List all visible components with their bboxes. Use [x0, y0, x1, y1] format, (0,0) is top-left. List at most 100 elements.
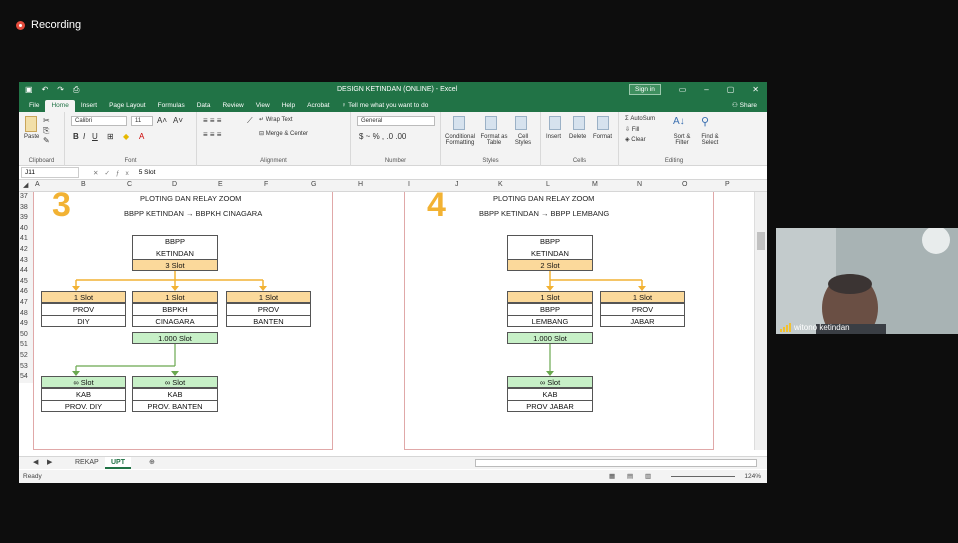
format-cells-icon[interactable]: [597, 116, 609, 130]
align-left-icon[interactable]: ≡ ≡ ≡: [203, 130, 221, 139]
copy-icon[interactable]: ⎘: [43, 126, 49, 136]
row-header[interactable]: 44: [19, 266, 33, 277]
zoom-level[interactable]: 124%: [744, 473, 761, 480]
merge-center-button[interactable]: ⊟ Merge & Center: [259, 130, 308, 137]
find-select-label[interactable]: Find & Select: [697, 134, 723, 146]
fill-button[interactable]: ⇩ Fill: [625, 126, 639, 133]
col-header[interactable]: E: [218, 181, 223, 188]
col-header[interactable]: B: [81, 181, 86, 188]
redo-icon[interactable]: ↷: [57, 85, 64, 95]
fill-color-icon[interactable]: ◆: [123, 132, 129, 141]
tab-review[interactable]: Review: [216, 102, 249, 112]
delete-label[interactable]: Delete: [569, 134, 586, 140]
col-header[interactable]: J: [455, 181, 459, 188]
number-format-select[interactable]: General: [357, 116, 435, 126]
row-header[interactable]: 53: [19, 362, 33, 373]
col-header[interactable]: G: [311, 181, 316, 188]
col-header[interactable]: P: [725, 181, 730, 188]
tab-insert[interactable]: Insert: [75, 102, 103, 112]
bold-icon[interactable]: B: [73, 132, 79, 141]
col-header[interactable]: H: [358, 181, 363, 188]
page-break-icon[interactable]: ▥: [645, 472, 651, 480]
print-preview-icon[interactable]: ⎙: [73, 85, 79, 95]
row-header[interactable]: 46: [19, 287, 33, 298]
sort-filter-label[interactable]: Sort & Filter: [669, 134, 695, 146]
delete-cells-icon[interactable]: [573, 116, 585, 130]
conditional-formatting-label[interactable]: Conditional Formatting: [443, 134, 477, 146]
minimize-icon[interactable]: –: [704, 85, 708, 94]
undo-icon[interactable]: ↶: [42, 85, 49, 95]
tab-page-layout[interactable]: Page Layout: [103, 102, 152, 112]
tab-file[interactable]: File: [23, 102, 45, 112]
format-table-label[interactable]: Format as Table: [479, 134, 509, 146]
conditional-formatting-icon[interactable]: [453, 116, 465, 130]
format-label[interactable]: Format: [593, 134, 612, 140]
row-header[interactable]: 51: [19, 340, 33, 351]
scroll-thumb[interactable]: [757, 232, 765, 250]
format-table-icon[interactable]: [485, 116, 497, 130]
row-header[interactable]: 43: [19, 256, 33, 267]
tab-data[interactable]: Data: [191, 102, 217, 112]
col-header[interactable]: F: [264, 181, 268, 188]
orientation-icon[interactable]: ⟋: [247, 116, 253, 126]
col-header[interactable]: M: [592, 181, 598, 188]
page-layout-icon[interactable]: ▤: [627, 472, 633, 480]
sign-in-button[interactable]: Sign in: [629, 84, 661, 95]
font-color-icon[interactable]: A: [139, 132, 144, 141]
col-header[interactable]: D: [172, 181, 177, 188]
row-header[interactable]: 47: [19, 298, 33, 309]
vertical-scrollbar[interactable]: [754, 192, 767, 450]
wrap-text-button[interactable]: ↵ Wrap Text: [259, 116, 293, 123]
col-header[interactable]: O: [682, 181, 687, 188]
tab-formulas[interactable]: Formulas: [152, 102, 191, 112]
row-header[interactable]: 42: [19, 245, 33, 256]
col-header[interactable]: L: [546, 181, 550, 188]
name-box[interactable]: J11: [21, 167, 79, 178]
row-header[interactable]: 41: [19, 234, 33, 245]
fx-icon[interactable]: ✕✓ƒx: [93, 169, 135, 177]
align-top-icon[interactable]: ≡ ≡ ≡: [203, 116, 221, 125]
font-size-select[interactable]: 11: [131, 116, 153, 126]
col-header[interactable]: N: [637, 181, 642, 188]
row-header[interactable]: 48: [19, 309, 33, 320]
borders-icon[interactable]: ⊞: [107, 132, 114, 141]
worksheet-grid[interactable]: 3 PLOTING DAN RELAY ZOOM BBPP KETINDAN →…: [33, 186, 754, 450]
cut-icon[interactable]: ✂: [43, 116, 50, 125]
underline-icon[interactable]: U: [92, 132, 98, 141]
tab-home[interactable]: Home: [45, 100, 75, 112]
grow-font-icon[interactable]: A˄: [157, 116, 167, 125]
formula-input[interactable]: 5 Slot: [139, 169, 156, 176]
horizontal-scrollbar[interactable]: [475, 459, 757, 467]
cell-styles-label[interactable]: Cell Styles: [511, 134, 535, 146]
col-header[interactable]: A: [35, 181, 40, 188]
sheet-nav-next-icon[interactable]: ▶: [41, 457, 58, 469]
row-header[interactable]: 50: [19, 330, 33, 341]
row-header[interactable]: 39: [19, 213, 33, 224]
insert-cells-icon[interactable]: [549, 116, 561, 130]
paste-icon[interactable]: [25, 116, 37, 132]
italic-icon[interactable]: I: [83, 132, 85, 141]
insert-label[interactable]: Insert: [546, 134, 561, 140]
row-header[interactable]: 45: [19, 277, 33, 288]
currency-icon[interactable]: $ ~ % , .0 .00: [359, 132, 406, 141]
row-header[interactable]: 38: [19, 203, 33, 214]
tab-help[interactable]: Help: [276, 102, 301, 112]
close-icon[interactable]: ✕: [752, 85, 759, 94]
add-sheet-icon[interactable]: ⊕: [143, 457, 161, 469]
maximize-icon[interactable]: ▢: [727, 85, 735, 94]
select-all-corner[interactable]: ◢: [23, 181, 28, 189]
col-header[interactable]: C: [127, 181, 132, 188]
ribbon-display-icon[interactable]: ▭: [679, 85, 687, 94]
row-header[interactable]: 37: [19, 192, 33, 203]
font-name-select[interactable]: Calibri: [71, 116, 127, 126]
zoom-slider[interactable]: [671, 476, 735, 477]
col-header[interactable]: I: [408, 181, 410, 188]
tell-me-search[interactable]: ♀ Tell me what you want to do: [336, 102, 435, 112]
search-icon[interactable]: ⚲: [701, 115, 709, 128]
row-header[interactable]: 52: [19, 351, 33, 362]
save-icon[interactable]: ▣: [25, 85, 33, 95]
col-header[interactable]: K: [498, 181, 503, 188]
normal-view-icon[interactable]: ▦: [609, 472, 615, 480]
sheet-tab-upt[interactable]: UPT: [105, 457, 131, 469]
share-button[interactable]: ⚇ Share: [732, 101, 757, 109]
